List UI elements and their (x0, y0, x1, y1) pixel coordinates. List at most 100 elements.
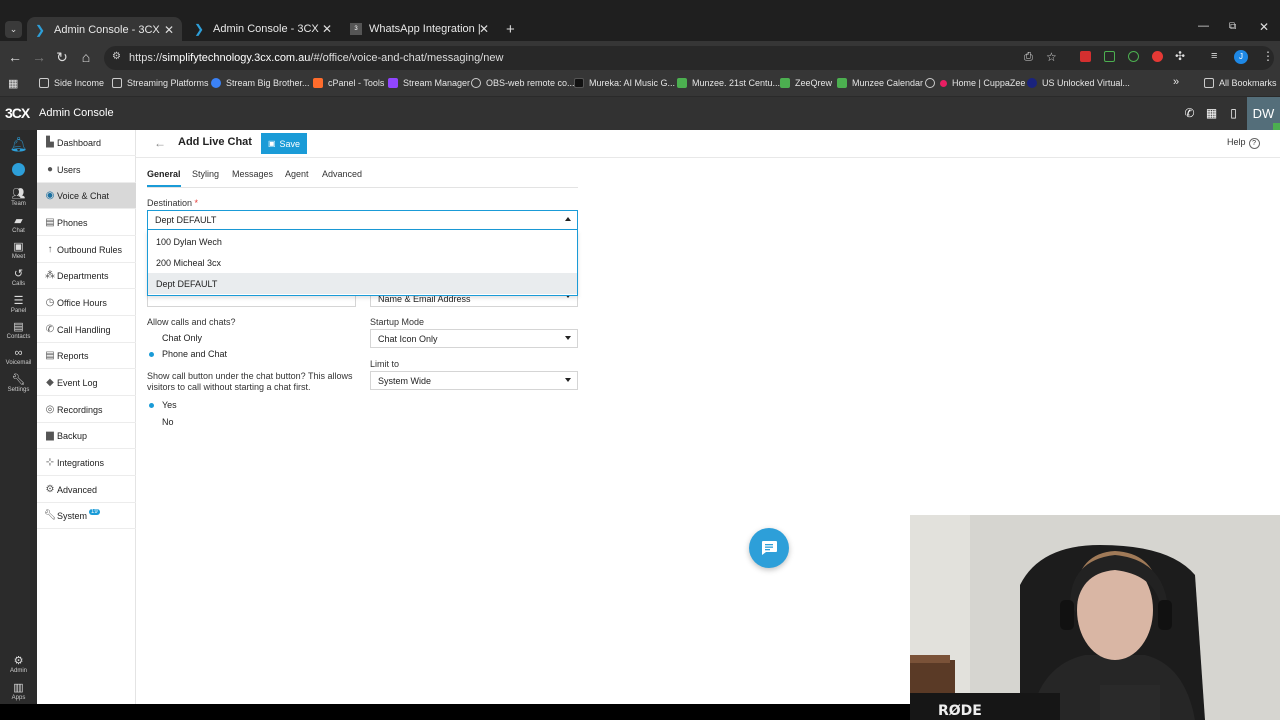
rail-panel[interactable]: ☰ Panel (0, 294, 37, 314)
startup-mode-select[interactable]: Chat Icon Only (370, 329, 578, 348)
tab-styling[interactable]: Styling (192, 169, 219, 179)
bookmark-cuppazee[interactable]: Home | CuppaZee (925, 78, 1025, 88)
bookmark-mureka[interactable]: Mureka: AI Music G... (574, 78, 675, 88)
save-icon: ▣ (267, 139, 276, 148)
extension-red-icon[interactable] (1080, 51, 1091, 62)
back-arrow-icon[interactable]: ← (154, 136, 166, 150)
limit-to-select[interactable]: System Wide (370, 371, 578, 390)
bookmark-zeeqrew[interactable]: ZeeQrew (780, 78, 832, 88)
media-controls-icon[interactable]: ≡ (1211, 50, 1217, 62)
menu-item-reports[interactable]: ▤ Reports (37, 343, 136, 369)
menu-item-recordings[interactable]: ◎ Recordings (37, 397, 136, 423)
bookmark-stream-manager[interactable]: Stream Manager (388, 78, 470, 88)
close-tab-icon[interactable]: ✕ (479, 22, 489, 36)
rail-apps[interactable]: ▥ Apps (0, 681, 37, 701)
menu-item-office-hours[interactable]: ◷ Office Hours (37, 290, 136, 316)
extension-green-circle-icon[interactable] (1128, 51, 1139, 62)
profile-avatar[interactable]: J (1234, 50, 1248, 64)
bookmark-obs-web[interactable]: OBS-web remote co... (471, 78, 575, 88)
browser-tab-admin-console-2[interactable]: ❯ Admin Console - 3CX ✕ (186, 17, 340, 41)
close-tab-icon[interactable]: ✕ (322, 22, 332, 36)
minimize-icon[interactable]: — (1198, 20, 1209, 32)
rail-chat[interactable]: ▰ Chat (0, 214, 37, 234)
bookmark-us-unlocked[interactable]: US Unlocked Virtual... (1027, 78, 1130, 88)
qr-code-icon[interactable]: ▦ (1204, 106, 1219, 121)
bookmark-munzee[interactable]: Munzee. 21st Centu... (677, 78, 780, 88)
url-host: simplifytechnology.3cx.com.au (162, 52, 311, 64)
zeeqrew-icon (780, 78, 790, 88)
more-bookmarks-icon[interactable]: » (1173, 76, 1179, 88)
rail-voicemail[interactable]: ∞ Voicemail (0, 347, 37, 366)
menu-item-backup[interactable]: ▆ Backup (37, 423, 136, 449)
dropdown-option-selected[interactable]: Dept DEFAULT (148, 273, 577, 294)
apps-grid-icon[interactable]: ▦ (8, 77, 18, 90)
menu-item-users[interactable]: ● Users (37, 157, 136, 183)
dropdown-option[interactable]: 100 Dylan Wech (148, 231, 577, 252)
rail-settings[interactable]: 🔧︎ Settings (0, 373, 37, 393)
menu-item-dashboard[interactable]: ▙ Dashboard (37, 130, 136, 156)
radio-chat-only[interactable]: Chat Only (147, 333, 202, 343)
back-icon[interactable]: ← (5, 47, 25, 67)
bookmark-munzee-calendar[interactable]: Munzee Calendar (837, 78, 923, 88)
extension-red-circle-icon[interactable] (1152, 51, 1163, 62)
menu-item-phones[interactable]: ▤ Phones (37, 210, 136, 236)
tab-advanced[interactable]: Advanced (322, 169, 362, 179)
site-info-icon[interactable]: ⚙ (112, 51, 121, 62)
bookmark-star-icon[interactable]: ☆ (1046, 50, 1057, 64)
tab-messages[interactable]: Messages (232, 169, 273, 179)
new-tab-icon[interactable]: + (506, 21, 515, 38)
address-bar[interactable]: ⚙ https://simplifytechnology.3cx.com.au /… (104, 46, 1274, 70)
rail-calls[interactable]: ↺ Calls (0, 267, 37, 287)
munzee-icon (677, 78, 687, 88)
browser-tab-admin-console-1[interactable]: ❯ Admin Console - 3CX ✕ (27, 17, 182, 42)
tab-agent[interactable]: Agent (285, 169, 309, 179)
extensions-puzzle-icon[interactable]: ✣ (1175, 49, 1185, 63)
rail-contacts[interactable]: ▤ Contacts (0, 320, 37, 340)
radio-no[interactable]: No (147, 417, 174, 427)
phone-icon[interactable]: ✆ (1182, 106, 1197, 121)
home-icon[interactable]: ⌂ (76, 47, 96, 67)
live-chat-button[interactable] (749, 528, 789, 568)
rail-chrome-ext[interactable] (0, 163, 37, 176)
all-bookmarks[interactable]: All Bookmarks (1204, 78, 1277, 88)
bookmark-stream-big-brother[interactable]: Stream Big Brother... (211, 78, 310, 88)
bookmark-cpanel-tools[interactable]: cPanel - Tools (313, 78, 384, 88)
menu-label: Backup (57, 430, 88, 441)
menu-item-call-handling[interactable]: ✆ Call Handling (37, 317, 136, 343)
destination-select[interactable]: Dept DEFAULT (147, 210, 578, 230)
bookmark-side-income[interactable]: Side Income (39, 78, 104, 88)
gear-icon: ⚙ (13, 655, 24, 667)
radio-yes[interactable]: Yes (147, 400, 177, 410)
reload-icon[interactable]: ↻ (52, 47, 72, 67)
rail-meet[interactable]: ▣ Meet (0, 240, 37, 260)
help-link[interactable]: Help? (1227, 137, 1260, 149)
rail-admin[interactable]: ⚙ Admin (0, 654, 37, 674)
rail-team[interactable]: 👥︎ Team (0, 187, 37, 207)
radio-phone-and-chat[interactable]: Phone and Chat (147, 349, 227, 359)
menu-item-integrations[interactable]: ⊹ Integrations (37, 450, 136, 476)
bookmark-label: OBS-web remote co... (486, 78, 575, 88)
menu-item-system[interactable]: 🔧︎ System 19 (37, 503, 136, 529)
menu-item-event-log[interactable]: ◆ Event Log (37, 370, 136, 396)
menu-item-outbound-rules[interactable]: ↑ Outbound Rules (37, 237, 136, 263)
menu-item-voice-chat[interactable]: ◉ Voice & Chat (37, 183, 136, 209)
close-window-icon[interactable]: ✕ (1259, 20, 1269, 34)
forward-icon[interactable]: → (29, 47, 49, 67)
close-tab-icon[interactable]: ✕ (164, 23, 174, 37)
bookmark-streaming-platforms[interactable]: Streaming Platforms (112, 78, 209, 88)
menu-item-advanced[interactable]: ⚙ Advanced (37, 477, 136, 503)
bookmark-label: Stream Big Brother... (226, 78, 310, 88)
restore-icon[interactable]: ⧉ (1229, 21, 1236, 32)
extension-green-square-icon[interactable] (1104, 51, 1115, 62)
save-button[interactable]: ▣ Save (261, 133, 307, 154)
menu-item-departments[interactable]: ⁂ Departments (37, 263, 136, 289)
tab-search-button[interactable]: ⌄ (5, 21, 22, 38)
dropdown-option[interactable]: 200 Micheal 3cx (148, 252, 577, 273)
bell-icon: 🔔︎ (9, 136, 28, 152)
browser-tab-whatsapp[interactable]: 3 WhatsApp Integration | 3CX Co ✕ (342, 17, 497, 41)
install-app-icon[interactable]: ⎙ (1024, 51, 1033, 64)
tab-general[interactable]: General (147, 169, 181, 179)
book-icon[interactable]: ▯ (1226, 106, 1241, 121)
browser-menu-icon[interactable]: ⋮ (1262, 49, 1274, 63)
notifications-bell[interactable]: 🔔︎ (0, 136, 37, 154)
